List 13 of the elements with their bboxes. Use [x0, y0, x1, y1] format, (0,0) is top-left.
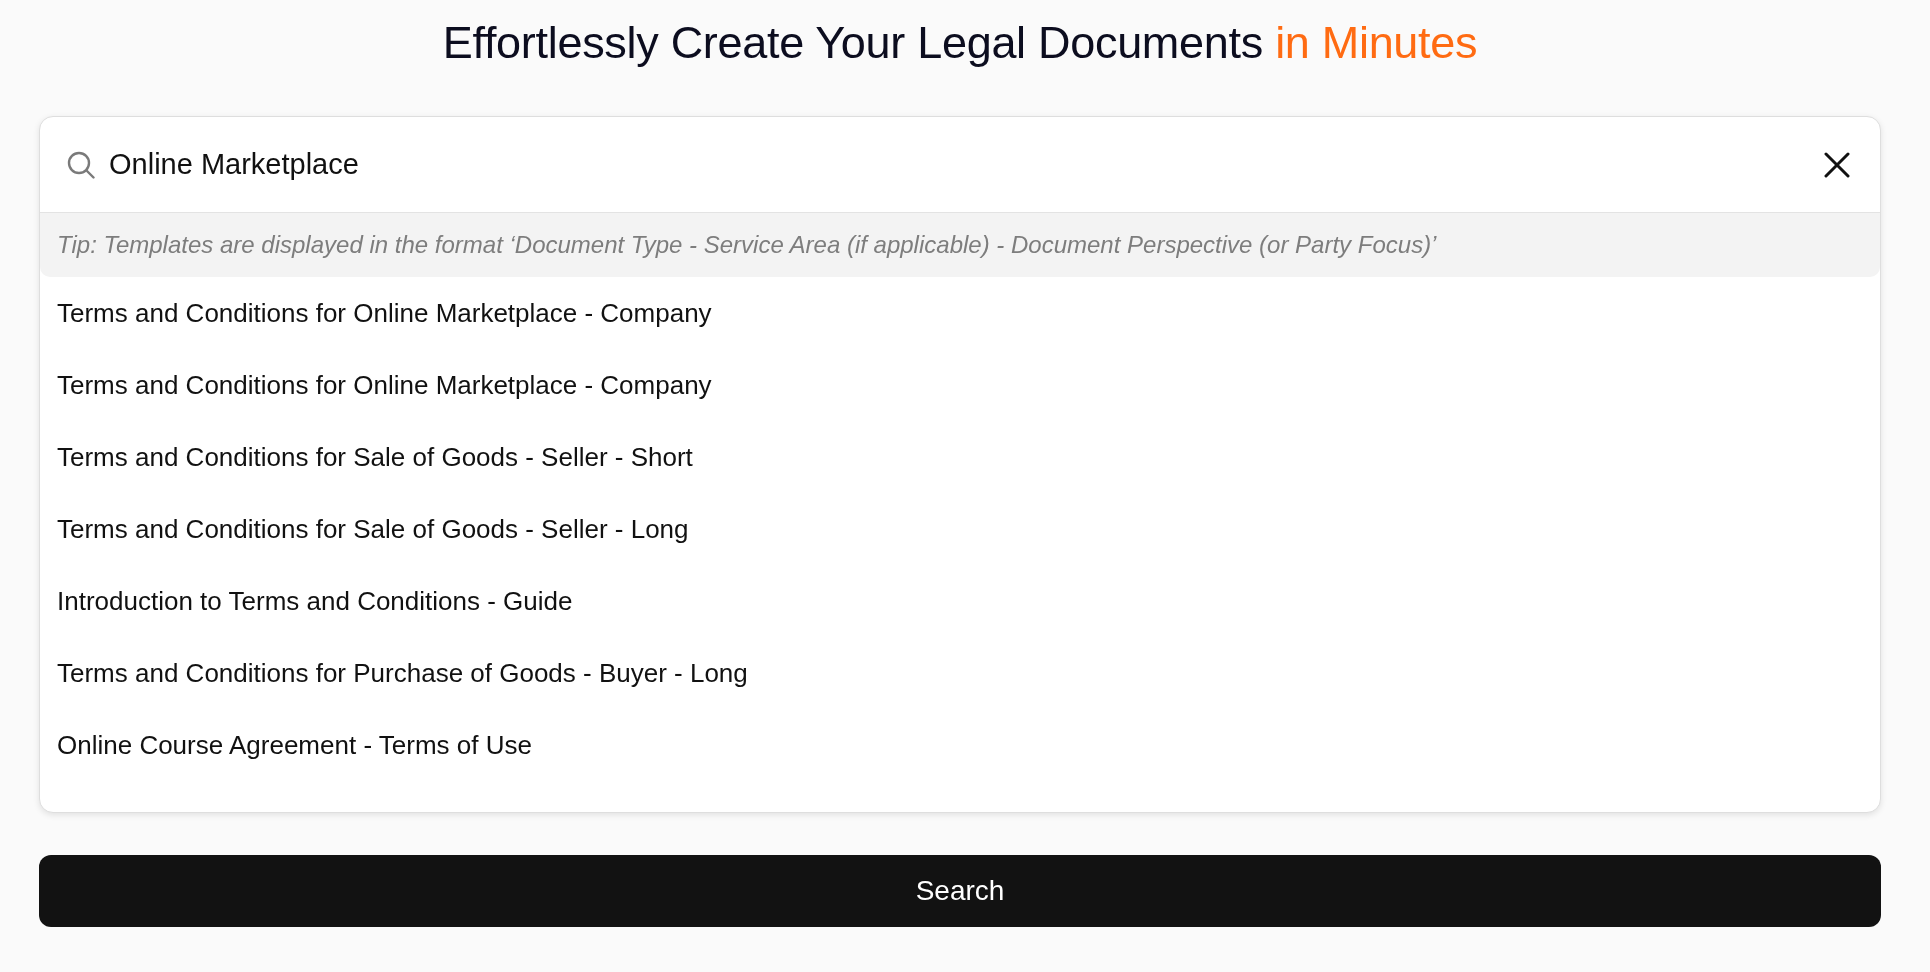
search-icon — [67, 150, 95, 179]
result-item[interactable]: Terms and Conditions for Purchase of Goods - Buyer - Long — [40, 637, 1880, 709]
tip-banner: Tip: Templates are displayed in the format ‘Document Type - Service Area (if applicable) - Document Perspective (or Party Focus)’ — [40, 213, 1880, 277]
page-title: Effortlessly Create Your Legal Documents in Minutes — [442, 16, 1478, 70]
result-item[interactable]: Introduction to Terms and Conditions - Guide — [40, 565, 1880, 637]
result-item[interactable]: Online Course Agreement - Terms of Use — [40, 709, 1880, 781]
result-item[interactable]: Terms and Conditions for Online Marketplace - Company — [40, 277, 1880, 349]
result-item[interactable]: Terms and Conditions for Sale of Goods - Seller - Long — [40, 493, 1880, 565]
search-button[interactable]: Search — [39, 855, 1881, 927]
result-item[interactable]: Terms and Conditions for Sale of Goods - Seller - Short — [40, 421, 1880, 493]
search-field[interactable]: Online Marketplace — [109, 142, 1824, 187]
result-item[interactable]: Terms and Conditions for Online Marketplace - Company — [40, 349, 1880, 421]
close-icon[interactable] — [1824, 151, 1850, 178]
